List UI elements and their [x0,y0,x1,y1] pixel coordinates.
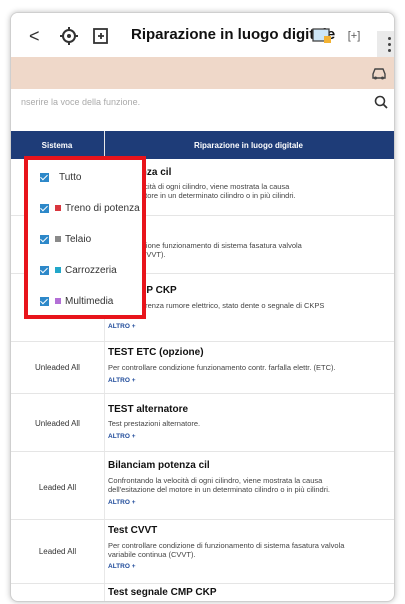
more-link[interactable]: ALTRO + [108,563,136,570]
row-system: Unleaded All [35,363,80,372]
more-link[interactable]: ALTRO + [108,433,136,440]
filter-option-chassis[interactable]: Telaio [40,230,91,248]
filter-option-body[interactable]: Carrozzeria [40,261,117,279]
row-description: ndo la velocità di ogni cilindro, viene … [108,182,296,200]
row-description: llare condizione funzionamento di sistem… [108,241,302,259]
filter-option-label: Tutto [59,171,82,183]
filter-option-label: Treno di potenza [65,202,140,214]
filter-option-label: Carrozzeria [65,264,117,276]
table-row[interactable]: Unleaded All TEST alternatore Test prest… [11,393,394,452]
more-link[interactable]: ALTRO + [108,377,136,384]
add-page-icon[interactable] [91,26,111,46]
monitor-icon[interactable] [311,26,333,46]
top-bar: < Riparazione in luogo digitale [+] [11,13,394,57]
filter-option-multimedia[interactable]: Multimedia [40,292,113,310]
row-description: Per controllare condizione di funzioname… [108,541,345,559]
color-swatch-icon [55,236,61,242]
checkbox-checked-icon[interactable] [40,203,49,213]
back-button[interactable]: < [29,26,40,46]
settings-car-icon[interactable] [59,26,79,46]
table-row[interactable]: Leaded All Test CVVT Per controllare con… [11,519,394,584]
checkbox-checked-icon[interactable] [40,296,49,306]
more-menu-button[interactable] [377,31,394,57]
search-input[interactable]: nserire la voce della funzione. [21,97,140,107]
filter-option-label: Multimedia [65,295,114,307]
checkbox-checked-icon[interactable] [40,234,49,244]
filter-option-all[interactable]: Tutto [40,168,81,186]
row-title: Bilanciam potenza cil [108,460,210,471]
row-title: Test segnale CMP CKP [108,587,217,598]
column-function: Riparazione in luogo digitale [194,141,303,150]
column-system[interactable]: Sistema [11,141,103,150]
row-title: TEST alternatore [108,404,189,415]
table-row[interactable]: Unleaded All TEST ETC (opzione) Per cont… [11,341,394,394]
row-title: Test CVVT [108,525,158,536]
checkbox-checked-icon[interactable] [40,265,49,275]
color-swatch-icon [55,267,61,273]
row-system: Leaded All [38,483,77,492]
page-title: Riparazione in luogo digitale [131,26,336,43]
color-swatch-icon [55,205,61,211]
table-row[interactable]: Leaded All Bilanciam potenza cil Confron… [11,451,394,520]
filter-option-label: Telaio [65,233,92,245]
table-header: Sistema Riparazione in luogo digitale [11,131,394,159]
row-system: Leaded All [38,547,77,556]
search-bar[interactable]: nserire la voce della funzione. [11,91,394,115]
more-link[interactable]: ALTRO + [108,499,136,506]
more-link[interactable]: ALTRO + [108,323,136,330]
filter-option-powertrain[interactable]: Treno di potenza [40,199,140,217]
color-swatch-icon [55,298,61,304]
checkbox-checked-icon[interactable] [40,172,49,182]
row-system: Unleaded All [35,419,80,428]
car-icon[interactable] [370,65,388,81]
row-title: TEST ETC (opzione) [108,347,204,358]
row-description: llare interferenza rumore elettrico, sta… [108,301,325,319]
app-window: < Riparazione in luogo digitale [+] nser… [10,12,395,602]
search-icon[interactable] [372,93,390,111]
row-description: Per controllare condizione funzionamento… [108,363,336,372]
table-row[interactable]: Test segnale CMP CKP [11,583,394,601]
system-filter-dropdown: Tutto Treno di potenza Telaio Carrozzeri… [24,156,146,319]
row-description: Confrontando la velocità di ogni cilindr… [108,476,330,494]
expand-icon[interactable]: [+] [345,26,363,46]
row-description: Test prestazioni alternatore. [108,419,201,428]
vehicle-band [11,57,394,89]
